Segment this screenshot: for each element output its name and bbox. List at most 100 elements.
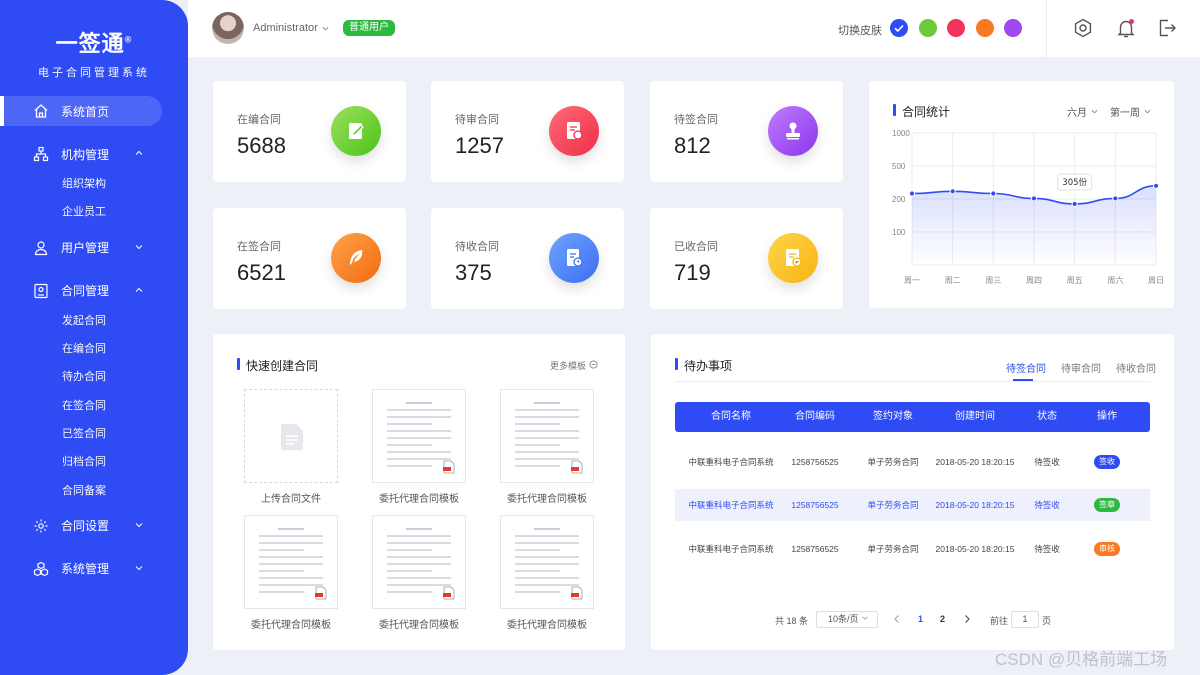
sidebar-subitem[interactable]: 在签合同	[0, 390, 188, 418]
cubes-icon	[33, 561, 49, 576]
template-thumbnail[interactable]	[372, 389, 466, 483]
stat-card[interactable]: 已收合同 719	[650, 208, 843, 309]
top-header: Administrator 普通用户 切换皮肤	[188, 0, 1200, 57]
stat-value: 6521	[237, 260, 286, 285]
stat-card[interactable]: 待签合同 812	[650, 81, 843, 182]
goto-page-input[interactable]: 1	[1011, 611, 1039, 628]
stat-icon-circle	[331, 233, 381, 283]
avatar[interactable]	[212, 12, 244, 44]
todo-tab[interactable]: 待收合同	[1116, 360, 1156, 375]
stat-card[interactable]: 待收合同 375	[431, 208, 624, 309]
gear-icon	[34, 519, 48, 533]
sidebar-subitem[interactable]: 在编合同	[0, 334, 188, 362]
table-row[interactable]: 中联重科电子合同系统 1258756525 单子劳务合同 2018-05-20 18:…	[675, 446, 1150, 478]
page-1[interactable]: 1	[918, 614, 923, 624]
tooltip-text: 305份	[1062, 177, 1087, 188]
upload-contract-box[interactable]	[244, 389, 338, 483]
sidebar-subitem[interactable]: 企业员工	[0, 197, 188, 225]
next-page-icon[interactable]	[963, 614, 971, 624]
logout-icon[interactable]	[1156, 17, 1178, 39]
prev-page-icon[interactable]	[893, 614, 901, 624]
y-tick-label: 1000	[892, 129, 910, 138]
stat-label: 待收合同	[455, 241, 499, 253]
chevron-up-icon	[135, 287, 143, 292]
y-tick-label: 200	[892, 195, 906, 204]
stat-value: 812	[674, 133, 711, 158]
y-tick-label: 100	[892, 228, 906, 237]
more-templates-link[interactable]: 更多模板	[550, 359, 598, 372]
tab-divider	[675, 381, 1150, 382]
week-select[interactable]: 第一周	[1110, 104, 1152, 119]
document-preview	[259, 528, 323, 598]
table-cell-status: 待签收	[1034, 544, 1060, 554]
table-row[interactable]: 中联重科电子合同系统 1258756525 单子劳务合同 2018-05-20 18:…	[675, 533, 1150, 565]
stat-label: 在签合同	[237, 241, 281, 253]
row-action-button[interactable]: 签收	[1094, 455, 1120, 469]
row-action-button[interactable]: 审核	[1094, 542, 1120, 556]
x-tick-label: 周二	[945, 276, 961, 285]
todo-tab[interactable]: 待签合同	[1006, 360, 1046, 375]
chart-title: 合同统计	[893, 103, 950, 120]
line-chart: 1000 500 200 100 周一 周二 周三 周四 周五 周六 周日 305份	[892, 129, 1164, 285]
column-header: 创建时间	[955, 411, 995, 422]
pdf-icon	[443, 460, 455, 474]
sidebar-subitem[interactable]: 已签合同	[0, 419, 188, 447]
sidebar-item-users[interactable]: 用户管理	[0, 233, 188, 263]
skin-color-option[interactable]	[890, 19, 908, 37]
sidebar-subitem[interactable]: 合同备案	[0, 475, 188, 503]
skin-color-option[interactable]	[918, 19, 937, 37]
stat-card[interactable]: 待审合同 1257	[431, 81, 624, 182]
sidebar-item-label: 系统首页	[61, 104, 110, 119]
stat-card[interactable]: 在签合同 6521	[213, 208, 406, 309]
data-point	[908, 190, 916, 197]
data-point	[949, 188, 956, 195]
document-preview	[387, 528, 451, 598]
table-row[interactable]: 中联重科电子合同系统 1258756525 单子劳务合同 2018-05-20 18:…	[675, 489, 1150, 521]
page-size-select[interactable]: 10条/页	[816, 611, 878, 628]
sidebar-item-system[interactable]: 系统管理	[0, 554, 188, 584]
file-upload-icon	[281, 424, 303, 450]
template-thumbnail[interactable]	[500, 515, 594, 609]
table-cell-party: 单子劳务合同	[867, 457, 919, 467]
sidebar-item-home[interactable]: 系统首页	[0, 96, 162, 126]
doc-clock-icon	[567, 249, 583, 267]
data-point	[1112, 195, 1119, 202]
page-2[interactable]: 2	[940, 614, 945, 624]
row-action-button[interactable]: 签章	[1094, 498, 1120, 512]
bell-icon[interactable]	[1115, 17, 1137, 39]
sidebar-item-contract-settings[interactable]: 合同设置	[0, 511, 188, 541]
y-tick-label: 500	[892, 162, 906, 171]
skin-color-option[interactable]	[947, 19, 965, 37]
x-tick-label: 周日	[1148, 276, 1164, 285]
sidebar-subitem[interactable]: 发起合同	[0, 306, 188, 334]
table-cell-name: 中联重科电子合同系统	[688, 457, 774, 467]
sidebar-subitem[interactable]: 归档合同	[0, 447, 188, 475]
username[interactable]: Administrator	[253, 22, 318, 34]
todo-tab[interactable]: 待审合同	[1061, 360, 1101, 375]
more-icon	[588, 360, 598, 369]
month-select[interactable]: 六月	[1067, 104, 1099, 119]
skin-color-option[interactable]	[975, 19, 994, 37]
stat-value: 719	[674, 260, 711, 285]
document-preview	[387, 402, 451, 472]
stat-card[interactable]: 在编合同 5688	[213, 81, 406, 182]
chevron-down-icon	[1144, 109, 1151, 114]
settings-icon[interactable]	[1072, 17, 1094, 39]
table-cell-status: 待签收	[1034, 500, 1060, 510]
template-thumbnail[interactable]	[244, 515, 338, 609]
skin-color-option[interactable]	[1004, 19, 1022, 37]
quick-create-title: 快速创建合同	[237, 357, 318, 374]
template-thumbnail[interactable]	[500, 389, 594, 483]
sidebar-subitem[interactable]: 组织架构	[0, 169, 188, 197]
sidebar-subitem[interactable]: 待办合同	[0, 362, 188, 390]
edit-icon	[349, 123, 364, 139]
goto-label: 前往	[990, 616, 1009, 626]
template-label: 委托代理合同模板	[379, 620, 459, 631]
logo-title: 一签通®	[55, 31, 133, 56]
sidebar-item-label: 机构管理	[61, 147, 110, 162]
sidebar-item-org[interactable]: 机构管理	[0, 139, 188, 169]
template-thumbnail[interactable]	[372, 515, 466, 609]
stat-icon-circle	[549, 106, 599, 156]
sidebar-item-contracts[interactable]: 合同管理	[0, 276, 188, 306]
chevron-down-icon[interactable]	[321, 24, 330, 33]
